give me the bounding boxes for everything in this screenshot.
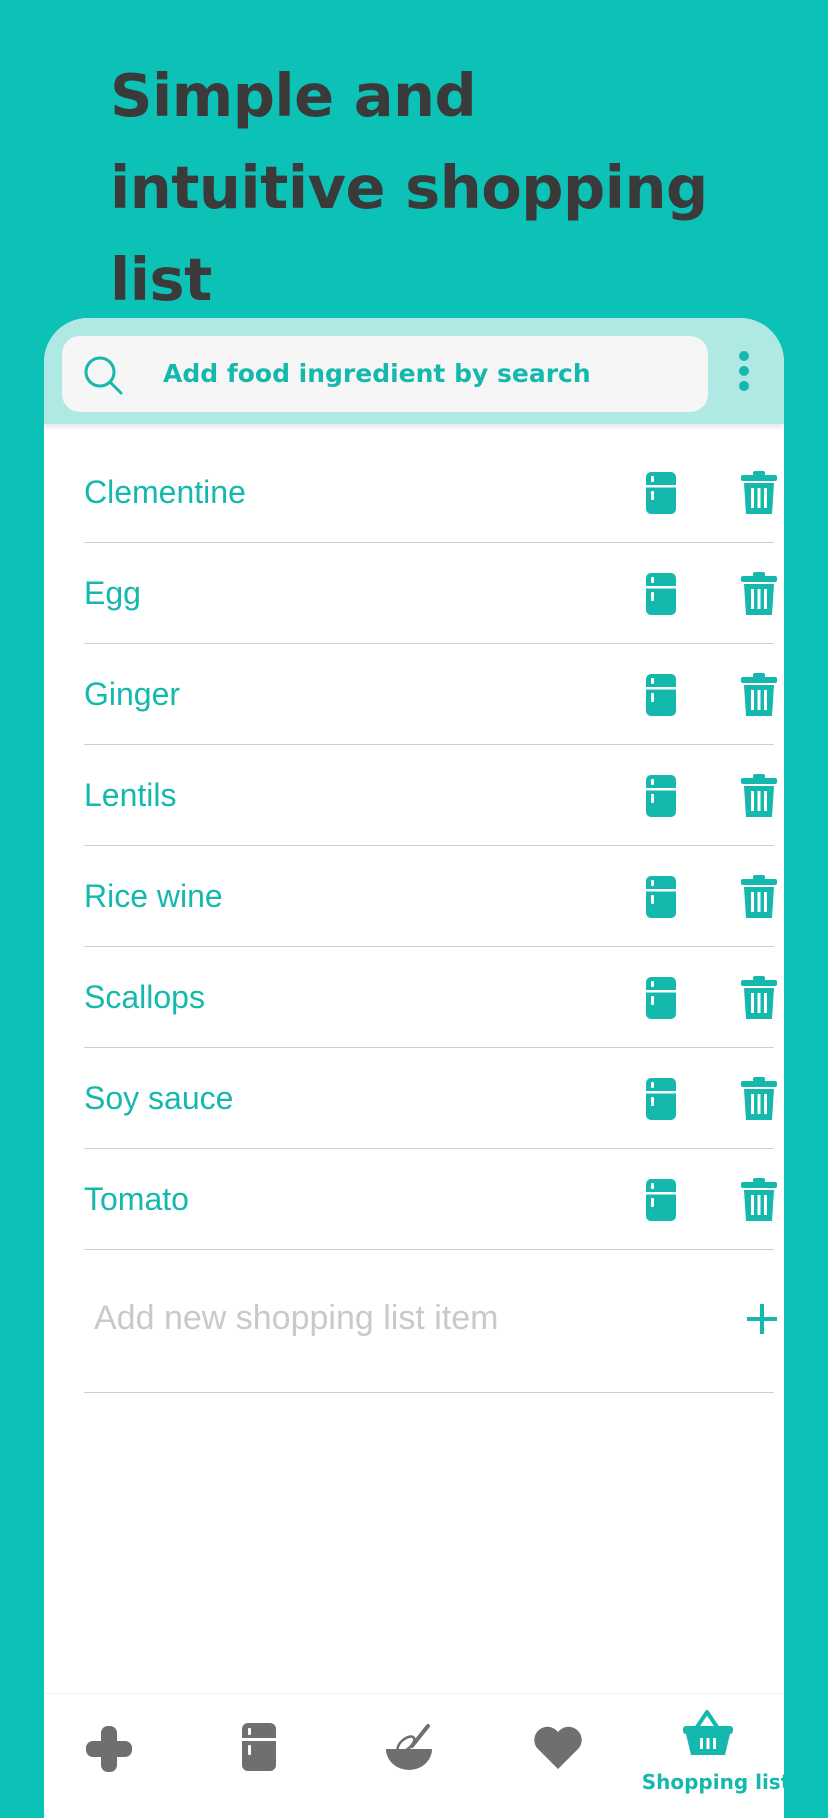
- search-input[interactable]: Add food ingredient by search: [62, 336, 708, 412]
- item-name: Scallops: [84, 979, 205, 1015]
- item-name: Clementine: [84, 474, 246, 510]
- move-to-fridge-icon[interactable]: [646, 573, 676, 615]
- move-to-fridge-icon[interactable]: [646, 876, 676, 918]
- add-item-input[interactable]: [88, 1278, 660, 1358]
- nav-item-shopping-list[interactable]: Shopping list: [636, 1694, 784, 1794]
- item-name: Tomato: [84, 1181, 189, 1217]
- fridge-icon: [242, 1723, 276, 1771]
- item-name: Rice wine: [84, 878, 223, 914]
- app-screen: Add food ingredient by search Clementine…: [44, 318, 784, 1818]
- heart-icon: [534, 1726, 582, 1769]
- move-to-fridge-icon[interactable]: [646, 775, 676, 817]
- item-name: Soy sauce: [84, 1080, 234, 1116]
- list-item[interactable]: Scallops: [84, 947, 777, 1048]
- move-to-fridge-icon[interactable]: [646, 674, 676, 716]
- whisk-bowl-icon: [386, 1724, 432, 1770]
- delete-icon[interactable]: [741, 471, 777, 514]
- list-item[interactable]: Rice wine: [84, 846, 777, 947]
- delete-icon[interactable]: [741, 774, 777, 817]
- list-item[interactable]: Egg: [84, 543, 777, 644]
- item-name: Lentils: [84, 777, 177, 813]
- delete-icon[interactable]: [741, 976, 777, 1019]
- delete-icon[interactable]: [741, 673, 777, 716]
- list-item[interactable]: Clementine: [84, 442, 777, 543]
- item-name: Egg: [84, 575, 141, 611]
- search-icon: [84, 356, 123, 395]
- list-item[interactable]: Soy sauce: [84, 1048, 777, 1149]
- bottom-navigation: Shopping list: [44, 1693, 784, 1818]
- nav-label-shopping-list: Shopping list: [641, 1770, 784, 1794]
- nav-item-add[interactable]: [44, 1694, 192, 1794]
- move-to-fridge-icon[interactable]: [646, 977, 676, 1019]
- page-headline: Simple and intuitive shopping list: [110, 61, 708, 314]
- nav-item-recipes[interactable]: [340, 1694, 488, 1794]
- item-name: Ginger: [84, 676, 181, 712]
- search-header: Add food ingredient by search: [44, 318, 784, 424]
- more-options-icon[interactable]: [734, 351, 754, 391]
- plus-icon: [86, 1726, 132, 1772]
- delete-icon[interactable]: [741, 875, 777, 918]
- search-placeholder: Add food ingredient by search: [163, 359, 591, 388]
- list-item[interactable]: Ginger: [84, 644, 777, 745]
- delete-icon[interactable]: [741, 572, 777, 615]
- list-item[interactable]: Lentils: [84, 745, 777, 846]
- delete-icon[interactable]: [741, 1178, 777, 1221]
- move-to-fridge-icon[interactable]: [646, 1179, 676, 1221]
- move-to-fridge-icon[interactable]: [646, 1078, 676, 1120]
- basket-icon: [683, 1710, 733, 1755]
- list-item[interactable]: Tomato: [84, 1149, 777, 1250]
- add-item-row: [84, 1244, 777, 1393]
- add-icon[interactable]: [747, 1304, 777, 1334]
- nav-item-favorites[interactable]: [488, 1694, 636, 1794]
- shopping-list: Clementine Egg Ginger Lentils Rice wine Scall…: [84, 442, 777, 1250]
- move-to-fridge-icon[interactable]: [646, 472, 676, 514]
- nav-item-fridge[interactable]: [192, 1694, 340, 1794]
- delete-icon[interactable]: [741, 1077, 777, 1120]
